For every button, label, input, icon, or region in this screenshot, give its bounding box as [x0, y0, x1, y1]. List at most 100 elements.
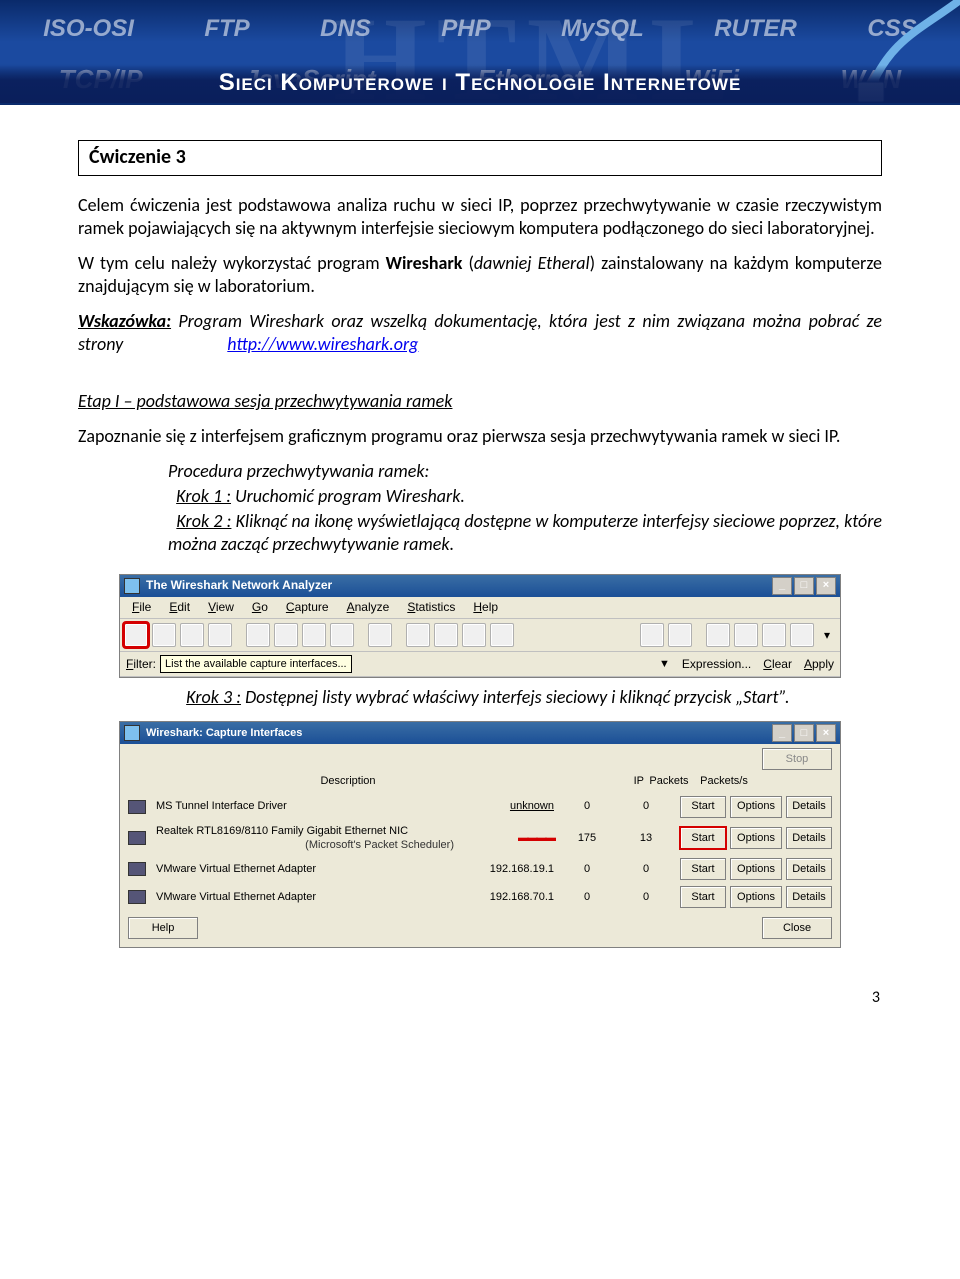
toolbar-button[interactable] [406, 623, 430, 647]
stage-1-paragraph: Zapoznanie się z interfejsem graficznym … [78, 425, 882, 448]
menu-statistics[interactable]: Statistics [399, 599, 463, 616]
close-dialog-button[interactable]: Close [762, 917, 832, 939]
toolbar-button[interactable] [706, 623, 730, 647]
options-button[interactable]: Options [730, 827, 782, 849]
iface-desc: MS Tunnel Interface Driver [156, 799, 454, 813]
iface-desc: Realtek RTL8169/8110 Family Gigabit Ethe… [156, 824, 454, 852]
interface-row: VMware Virtual Ethernet Adapter 192.168.… [120, 883, 840, 911]
start-button-highlighted[interactable]: Start [680, 827, 726, 849]
menu-bar: File Edit View Go Capture Analyze Statis… [120, 597, 840, 619]
toolbar-button[interactable] [208, 623, 232, 647]
filter-bar: Filter: List the available capture inter… [120, 652, 840, 677]
procedure-block: Procedura przechwytywania ramek: Krok 1 … [168, 460, 882, 556]
iface-pks: 0 [616, 862, 676, 876]
page-banner: HTML ISO-OSI FTP DNS PHP MySQL RUTER CSS… [0, 0, 960, 105]
iface-pk: 0 [562, 799, 612, 813]
toolbar-button[interactable] [734, 623, 758, 647]
menu-capture[interactable]: Capture [278, 599, 337, 616]
banner-word: ISO-OSI [43, 15, 134, 43]
minimize-button[interactable]: _ [772, 724, 792, 742]
toolbar-button[interactable] [762, 623, 786, 647]
details-button[interactable]: Details [786, 858, 832, 880]
options-button[interactable]: Options [730, 886, 782, 908]
filter-dropdown-icon[interactable]: ▼ [659, 657, 670, 671]
toolbar-button[interactable] [462, 623, 486, 647]
menu-go[interactable]: Go [244, 599, 276, 616]
intro-paragraph-2: W tym celu należy wykorzystać program Wi… [78, 252, 882, 298]
nic-icon [128, 862, 146, 876]
toolbar: ▾ [120, 619, 840, 652]
help-button[interactable]: Help [128, 917, 198, 939]
toolbar-button[interactable] [180, 623, 204, 647]
document-body: Ćwiczenie 3 Celem ćwiczenia jest podstaw… [0, 105, 960, 1038]
iface-ip-redacted: ▬▬▬▬ [458, 831, 558, 845]
col-description: Description [152, 774, 544, 788]
iface-pk: 0 [562, 890, 612, 904]
menu-file[interactable]: File [124, 599, 159, 616]
clear-button[interactable]: Clear [763, 657, 792, 672]
iface-pk: 0 [562, 862, 612, 876]
nic-icon [128, 831, 146, 845]
details-button[interactable]: Details [786, 827, 832, 849]
col-packets-s: Packets/s [694, 774, 754, 788]
toolbar-button[interactable] [790, 623, 814, 647]
iface-desc: VMware Virtual Ethernet Adapter [156, 890, 454, 904]
banner-word: DNS [320, 15, 371, 43]
banner-word: PHP [441, 15, 490, 43]
intro-paragraph-1: Celem ćwiczenia jest podstawowa analiza … [78, 194, 882, 240]
menu-edit[interactable]: Edit [161, 599, 198, 616]
toolbar-dropdown-icon[interactable]: ▾ [818, 628, 836, 643]
step-3: Krok 3 : Dostępnej listy wybrać właściwy… [178, 686, 882, 709]
wireshark-link[interactable]: http://www.wireshark.org [227, 333, 418, 355]
start-button[interactable]: Start [680, 886, 726, 908]
col-ip: IP [544, 774, 644, 788]
interface-row: Realtek RTL8169/8110 Family Gigabit Ethe… [120, 821, 840, 855]
start-button[interactable]: Start [680, 796, 726, 818]
nic-icon [128, 890, 146, 904]
details-button[interactable]: Details [786, 886, 832, 908]
menu-help[interactable]: Help [465, 599, 506, 616]
toolbar-button[interactable] [274, 623, 298, 647]
list-interfaces-button[interactable] [124, 623, 148, 647]
toolbar-button[interactable] [302, 623, 326, 647]
minimize-button[interactable]: _ [772, 577, 792, 595]
window-titlebar: The Wireshark Network Analyzer _ □ × [120, 575, 840, 597]
toolbar-button[interactable] [246, 623, 270, 647]
toolbar-button[interactable] [640, 623, 664, 647]
apply-button[interactable]: Apply [804, 657, 834, 672]
tooltip-list-interfaces: List the available capture interfaces... [160, 655, 352, 673]
exercise-title-box: Ćwiczenie 3 [78, 140, 882, 176]
stage-1-heading: Etap I – podstawowa sesja przechwytywani… [78, 390, 882, 413]
toolbar-button[interactable] [152, 623, 176, 647]
hint-paragraph: Wskazówka: Program Wireshark oraz wszelk… [78, 310, 882, 356]
capture-interfaces-dialog: Wireshark: Capture Interfaces _ □ × Stop… [119, 721, 841, 947]
toolbar-button[interactable] [330, 623, 354, 647]
banner-word: FTP [204, 15, 249, 43]
toolbar-button[interactable] [368, 623, 392, 647]
details-button[interactable]: Details [786, 796, 832, 818]
interface-row: MS Tunnel Interface Driver unknown 0 0 S… [120, 793, 840, 821]
toolbar-button[interactable] [490, 623, 514, 647]
stop-button[interactable]: Stop [762, 748, 832, 770]
start-button[interactable]: Start [680, 858, 726, 880]
maximize-button[interactable]: □ [794, 724, 814, 742]
options-button[interactable]: Options [730, 796, 782, 818]
toolbar-button[interactable] [434, 623, 458, 647]
iface-desc: VMware Virtual Ethernet Adapter [156, 862, 454, 876]
close-button[interactable]: × [816, 577, 836, 595]
menu-view[interactable]: View [200, 599, 242, 616]
dialog-titlebar: Wireshark: Capture Interfaces _ □ × [120, 722, 840, 744]
close-button[interactable]: × [816, 724, 836, 742]
maximize-button[interactable]: □ [794, 577, 814, 595]
options-button[interactable]: Options [730, 858, 782, 880]
expression-button[interactable]: Expression... [682, 657, 751, 672]
filter-label: Filter: [126, 657, 156, 672]
menu-analyze[interactable]: Analyze [339, 599, 398, 616]
banner-word: MySQL [561, 15, 644, 43]
col-packets: Packets [644, 774, 694, 788]
toolbar-button[interactable] [668, 623, 692, 647]
step-2: Krok 2 : Kliknąć na ikonę wyświetlającą … [168, 510, 882, 556]
iface-ip: unknown [458, 799, 558, 813]
interfaces-header: Description IP Packets Packets/s [120, 770, 840, 792]
page-number: 3 [78, 988, 882, 1008]
